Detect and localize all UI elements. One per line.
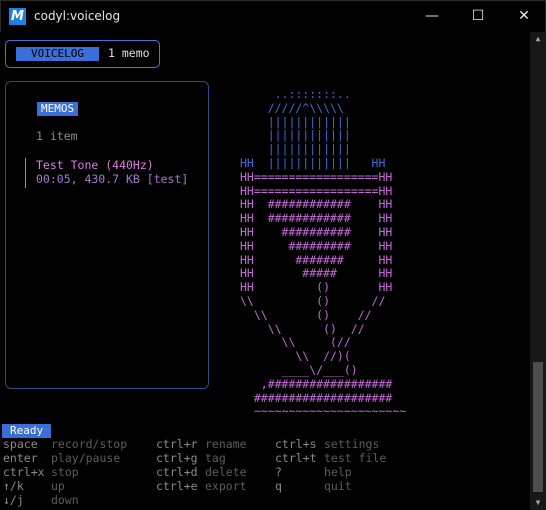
mic-art-line: HH ####### HH	[240, 252, 393, 267]
help-description: help	[324, 465, 352, 479]
vertical-scrollbar[interactable]: ▲ ▼	[530, 32, 546, 510]
help-description: rename	[205, 437, 247, 451]
help-entry: ? help	[275, 465, 352, 479]
help-description: play/pause	[51, 451, 121, 465]
mic-art-line: \\ //)(	[240, 349, 351, 364]
help-entry: ↓/j down	[3, 493, 79, 507]
mic-art-line: HH |||||||||||| HH	[240, 155, 386, 170]
app-name-badge: VOICELOG	[16, 47, 99, 61]
help-entry: enter play/pause	[3, 451, 120, 465]
help-entry: ctrl+e export	[156, 479, 247, 493]
help-entry: ctrl+d delete	[156, 465, 247, 479]
scroll-thumb[interactable]	[533, 362, 543, 492]
mic-art-line: \\ () //	[240, 307, 372, 322]
help-key: ctrl+r	[156, 437, 198, 451]
help-description: test file	[324, 451, 387, 465]
mic-art-line: ____\/___()	[240, 362, 358, 377]
help-key: ctrl+x	[3, 465, 45, 479]
help-entry: ctrl+x stop	[3, 465, 79, 479]
scroll-down-arrow-icon[interactable]: ▼	[530, 496, 546, 510]
mic-art-line: ~~~~~~~~~~~~~~~~~~~~~~	[240, 404, 407, 419]
help-entry: ctrl+r rename	[156, 437, 247, 451]
help-description: up	[51, 479, 65, 493]
memo-list-item[interactable]: Test Tone (440Hz) 00:05, 430.7 KB [test]	[25, 158, 205, 188]
help-entry: ctrl+t test file	[275, 451, 386, 465]
help-description: record/stop	[51, 437, 128, 451]
help-key: q	[275, 479, 282, 493]
mic-art-line: ####################	[240, 390, 393, 405]
close-button[interactable]: ✕	[501, 1, 546, 31]
mic-art-line: HH==================HH	[240, 169, 393, 184]
memo-meta: 00:05, 430.7 KB [test]	[36, 172, 189, 186]
help-description: tag	[205, 451, 226, 465]
memo-name: Test Tone (440Hz)	[36, 158, 154, 172]
help-description: stop	[51, 465, 79, 479]
title-bar: M codyl:voicelog — ☐ ✕	[0, 0, 546, 32]
help-entry: ↑/k up	[3, 479, 65, 493]
mic-art-line: HH==================HH	[240, 183, 393, 198]
memo-count: 1 memo	[108, 46, 150, 60]
help-entry: space record/stop	[3, 437, 127, 451]
help-entry: ctrl+g tag	[156, 451, 226, 465]
mic-art-line: HH ##### HH	[240, 266, 393, 281]
window-title: codyl:voicelog	[34, 9, 121, 23]
mic-art-line: HH () HH	[240, 280, 393, 295]
mic-art-line: \\ (//	[240, 335, 351, 350]
mic-art-line: ||||||||||||	[240, 114, 358, 129]
help-key: ctrl+s	[275, 437, 317, 451]
help-key: ctrl+d	[156, 465, 198, 479]
help-key: ctrl+e	[156, 479, 198, 493]
memos-item-count: 1 item	[36, 129, 78, 143]
mic-art-line: HH ######### HH	[240, 238, 393, 253]
help-key: ↓/j	[3, 493, 24, 507]
scroll-up-arrow-icon[interactable]: ▲	[530, 32, 546, 46]
microphone-ascii-art: ..:::::::.. /////^\\\\\ |||||||||||| |||…	[240, 87, 407, 419]
help-key: ctrl+t	[275, 451, 317, 465]
status-badge: Ready	[2, 424, 52, 438]
help-entry: q quit	[275, 479, 352, 493]
help-key: ?	[275, 465, 282, 479]
mic-art-line: ||||||||||||	[240, 128, 358, 143]
mic-art-line: HH ############ HH	[240, 197, 393, 212]
mic-art-line: ,##################	[240, 376, 393, 391]
help-description: down	[51, 493, 79, 507]
help-key: space	[3, 437, 38, 451]
memos-panel-title: MEMOS	[37, 102, 79, 116]
mic-art-line: \\ () //	[240, 321, 365, 336]
help-key: ctrl+g	[156, 451, 198, 465]
mic-art-line: ||||||||||||	[240, 142, 358, 157]
app-logo-icon: M	[9, 8, 26, 25]
mic-art-line: HH ########## HH	[240, 224, 393, 239]
help-key: ↑/k	[3, 479, 24, 493]
app-header: VOICELOG 1 memo	[5, 40, 160, 68]
keybinding-help: space record/stop enter play/pause ctrl+x sto…	[3, 437, 523, 507]
memos-panel: MEMOS 1 item Test Tone (440Hz) 00:05, 43…	[5, 81, 209, 389]
help-description: quit	[324, 479, 352, 493]
help-description: delete	[205, 465, 247, 479]
mic-art-line: HH ############ HH	[240, 211, 393, 226]
mic-art-line: /////^\\\\\	[240, 100, 351, 115]
help-key: enter	[3, 451, 38, 465]
help-entry: ctrl+s settings	[275, 437, 379, 451]
minimize-button[interactable]: —	[409, 1, 455, 31]
mic-art-line: ..:::::::..	[240, 87, 358, 101]
help-description: settings	[324, 437, 380, 451]
help-description: export	[205, 479, 247, 493]
mic-art-line: \\ () //	[240, 293, 386, 308]
maximize-button[interactable]: ☐	[455, 1, 501, 31]
